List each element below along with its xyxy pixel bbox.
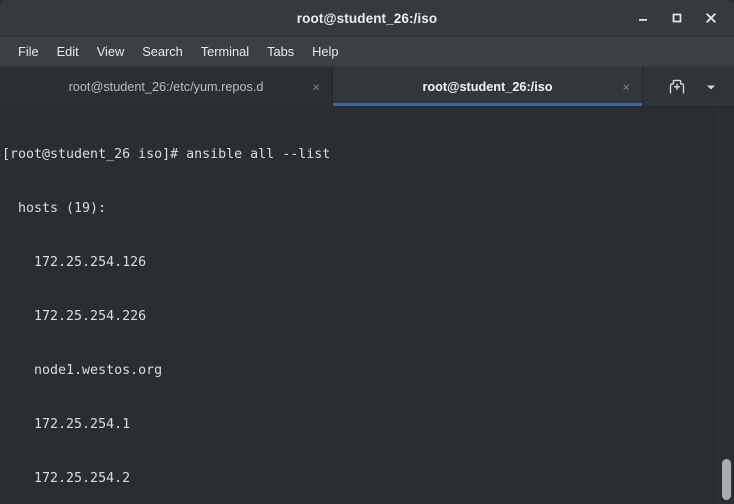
- terminal-line: 172.25.254.2: [2, 471, 131, 486]
- menu-item-view[interactable]: View: [88, 41, 134, 62]
- menu-item-terminal[interactable]: Terminal: [192, 41, 258, 62]
- close-button[interactable]: [702, 9, 720, 27]
- terminal-line: hosts (19):: [2, 201, 107, 216]
- terminal-scrollbar[interactable]: [718, 107, 734, 504]
- terminal-line: 172.25.254.126: [2, 255, 147, 270]
- menu-item-help[interactable]: Help: [303, 41, 347, 62]
- terminal-line: 172.25.254.226: [2, 309, 147, 324]
- scrollbar-thumb[interactable]: [722, 459, 731, 500]
- menu-bar: File Edit View Search Terminal Tabs Help: [0, 37, 734, 67]
- chevron-down-icon[interactable]: [701, 77, 721, 97]
- window-title: root@student_26:/iso: [296, 10, 438, 26]
- tab-label: root@student_26:/iso: [422, 79, 553, 94]
- tab-close-icon[interactable]: ×: [312, 80, 320, 93]
- maximize-button[interactable]: [668, 9, 686, 27]
- tab-bar-actions: [649, 67, 734, 106]
- menu-item-search[interactable]: Search: [133, 41, 192, 62]
- window-controls: [634, 9, 734, 27]
- tab-yum-repos-d[interactable]: root@student_26:/etc/yum.repos.d ×: [0, 67, 333, 106]
- title-bar: root@student_26:/iso: [0, 0, 734, 37]
- tab-label: root@student_26:/etc/yum.repos.d: [68, 79, 264, 94]
- menu-item-edit[interactable]: Edit: [48, 41, 88, 62]
- terminal-line: [root@student_26 iso]# ansible all --lis…: [2, 147, 331, 162]
- tab-bar: root@student_26:/etc/yum.repos.d × root@…: [0, 67, 734, 107]
- tab-close-icon[interactable]: ×: [622, 80, 630, 93]
- terminal-window: root@student_26:/iso File Edit View Sear…: [0, 0, 734, 504]
- active-tab-indicator: [333, 103, 642, 106]
- menu-item-tabs[interactable]: Tabs: [258, 41, 303, 62]
- menu-item-file[interactable]: File: [9, 41, 48, 62]
- terminal-body: [root@student_26 iso]# ansible all --lis…: [0, 107, 734, 504]
- terminal-line: 172.25.254.1: [2, 417, 131, 432]
- terminal-line: node1.westos.org: [2, 363, 163, 378]
- minimize-button[interactable]: [634, 9, 652, 27]
- terminal-output[interactable]: [root@student_26 iso]# ansible all --lis…: [0, 107, 718, 504]
- new-tab-icon[interactable]: [667, 77, 687, 97]
- tab-iso[interactable]: root@student_26:/iso ×: [333, 67, 643, 106]
